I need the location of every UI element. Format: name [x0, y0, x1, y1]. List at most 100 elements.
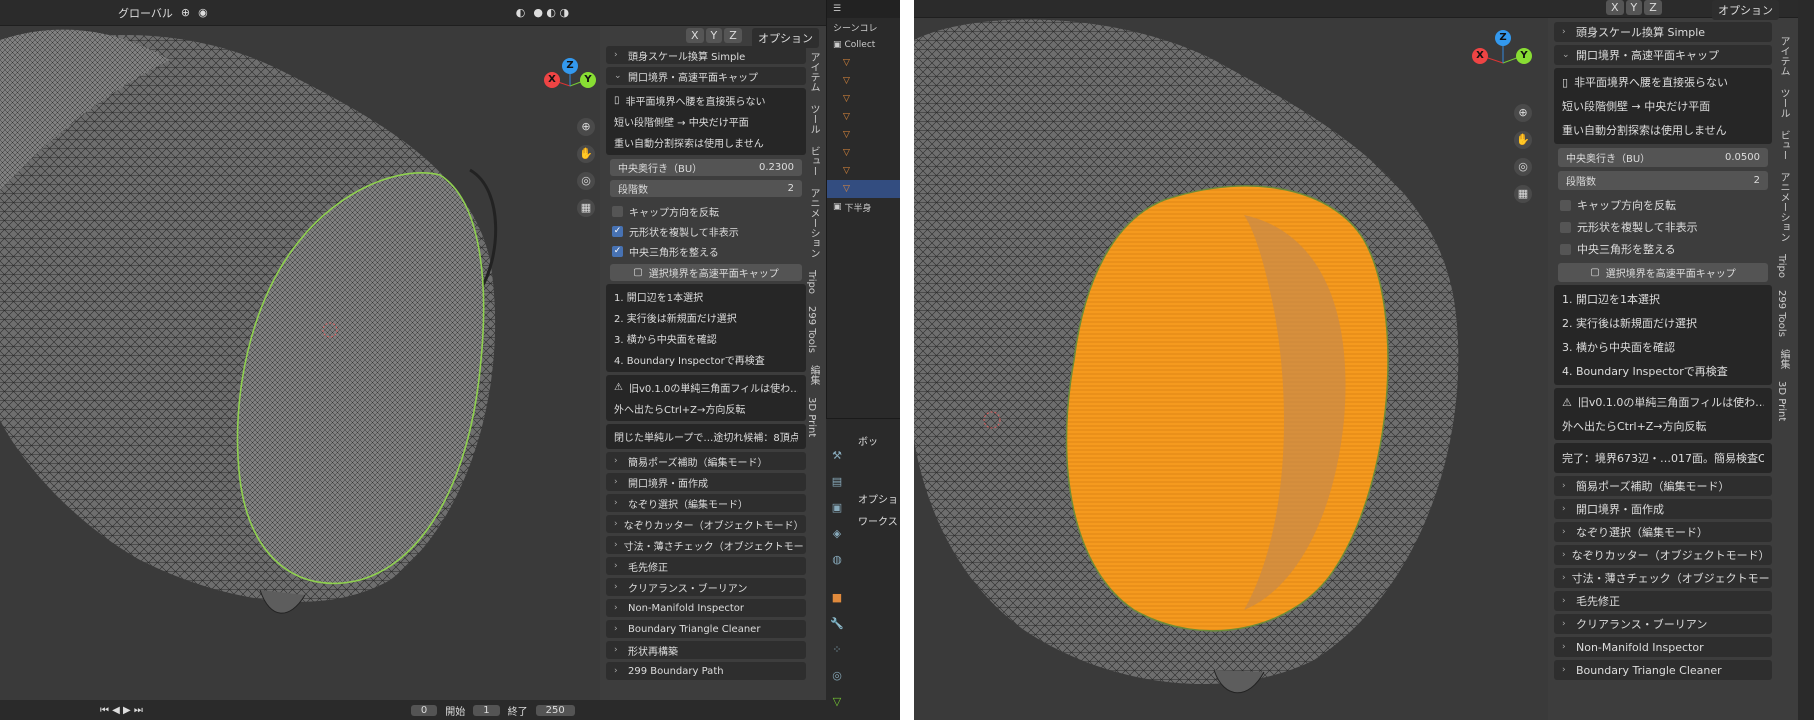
mesh-tri-icon[interactable]: ▽	[843, 76, 850, 86]
proportional-icon[interactable]: ◉	[198, 6, 208, 19]
world-icon[interactable]: ◍	[830, 553, 844, 567]
sidebar-tab[interactable]: アニメーション	[806, 182, 821, 264]
transform-orientation[interactable]: グローバル	[118, 5, 173, 21]
steps-field[interactable]: 段階数 2	[1558, 171, 1768, 190]
checkbox-box[interactable]	[1560, 199, 1571, 211]
mesh-tri-icon[interactable]: ▽	[843, 166, 850, 176]
viewport-3d[interactable]	[0, 0, 600, 720]
checkbox-box[interactable]: ✓	[612, 225, 623, 237]
section-collapsed[interactable]: › なぞりカッター（オブジェクトモード）	[606, 515, 806, 533]
gizmo-y[interactable]: Y	[1516, 48, 1532, 64]
steps-field[interactable]: 段階数 2	[610, 180, 802, 197]
section-collapsed[interactable]: › 形状再構築	[606, 641, 806, 659]
checkbox-flip[interactable]: キャップ方向を反転	[606, 201, 806, 221]
gizmo-x[interactable]: X	[1472, 48, 1488, 64]
section-collapsed[interactable]: › 寸法・薄さチェック（オブジェクトモー	[606, 536, 806, 554]
checkbox-box[interactable]: ✓	[612, 245, 623, 257]
section-collapsed[interactable]: › Boundary Triangle Cleaner	[1554, 660, 1772, 680]
viewport-3d[interactable]	[914, 0, 1548, 720]
sidebar-tab[interactable]: 3D Print	[1776, 375, 1787, 427]
checkbox-box[interactable]	[1560, 221, 1571, 233]
depth-field[interactable]: 中央奥行き（BU） 0.0500	[1558, 148, 1768, 167]
gizmo-z[interactable]: Z	[1495, 30, 1511, 46]
navigation-gizmo[interactable]: X Y Z	[1468, 30, 1538, 96]
gizmo-x[interactable]: X	[544, 72, 560, 88]
checkbox-duplicate[interactable]: 元形状を複製して非表示	[1554, 216, 1772, 238]
checkbox-flip[interactable]: キャップ方向を反転	[1554, 194, 1772, 216]
depth-field[interactable]: 中央奥行き（BU） 0.2300	[610, 159, 802, 176]
sidebar-tab[interactable]: 編集	[806, 359, 821, 391]
checkbox-box[interactable]	[1560, 243, 1571, 255]
section-collapsed[interactable]: › Non-Manifold Inspector	[1554, 637, 1772, 657]
section-collapsed[interactable]: › クリアランス・ブーリアン	[1554, 614, 1772, 634]
options-dropdown[interactable]: オプション	[752, 28, 819, 48]
start-frame[interactable]: 1	[473, 704, 500, 716]
sidebar-tab[interactable]: Tripo	[1776, 248, 1787, 284]
tool-icon[interactable]: ⚒	[830, 449, 844, 463]
axis-x-button[interactable]: X	[686, 28, 704, 43]
section-collapsed[interactable]: › なぞり選択（編集モード）	[606, 494, 806, 512]
sidebar-tab[interactable]: Tripo	[806, 264, 817, 300]
section-collapsed[interactable]: › 開口境界・面作成	[1554, 499, 1772, 519]
section-collapsed[interactable]: › 簡易ポーズ補助（編集モード）	[606, 452, 806, 470]
mesh-tri-icon[interactable]: ▽	[843, 94, 850, 104]
ortho-grid-icon[interactable]: ▦	[577, 199, 595, 217]
mesh-tri-icon[interactable]: ▽	[843, 112, 850, 122]
sidebar-tab[interactable]: ビュー	[806, 140, 821, 182]
axis-y-button[interactable]: Y	[1625, 0, 1643, 15]
section-collapsed[interactable]: › Boundary Triangle Cleaner	[606, 620, 806, 638]
popover-box[interactable]: ボッ	[858, 433, 878, 448]
zoom-icon[interactable]: ⊕	[577, 118, 595, 136]
checkbox-box[interactable]	[612, 205, 623, 217]
section-collapsed[interactable]: › 毛先修正	[606, 557, 806, 575]
sidebar-tab[interactable]: 3D Print	[806, 391, 817, 443]
camera-icon[interactable]: ◎	[577, 172, 595, 190]
modifier-icon[interactable]: 🔧	[830, 617, 844, 631]
gizmo-y[interactable]: Y	[580, 72, 596, 88]
current-frame[interactable]: 0	[410, 704, 438, 716]
object-icon[interactable]: ■	[830, 591, 844, 605]
sidebar-tab[interactable]: アイテム	[1776, 30, 1791, 82]
render-icon[interactable]: ▤	[830, 475, 844, 489]
navigation-gizmo[interactable]: X Y Z	[540, 58, 600, 114]
cap-button[interactable]: ▢ 選択境界を高速平面キャップ	[610, 264, 802, 281]
section-collapsed[interactable]: › 簡易ポーズ補助（編集モード）	[1554, 476, 1772, 496]
checkbox-center-tri[interactable]: 中央三角形を整える	[1554, 238, 1772, 260]
sidebar-tab[interactable]: アイテム	[806, 46, 821, 98]
sidebar-tab[interactable]: 編集	[1776, 343, 1791, 375]
checkbox-center-tri[interactable]: ✓ 中央三角形を整える	[606, 241, 806, 261]
scene-icon[interactable]: ◈	[830, 527, 844, 541]
section-head-scale[interactable]: › 頭身スケール換算 Simple	[1554, 22, 1772, 42]
section-collapsed[interactable]: › なぞりカッター（オブジェクトモード）	[1554, 545, 1772, 565]
popover-option[interactable]: オプショ	[858, 491, 898, 506]
particles-icon[interactable]: ⁘	[830, 643, 844, 657]
axis-y-button[interactable]: Y	[705, 28, 723, 43]
axis-z-button[interactable]: Z	[1644, 0, 1662, 15]
gizmo-z[interactable]: Z	[562, 58, 578, 74]
options-dropdown[interactable]: オプション	[1712, 0, 1779, 20]
sidebar-tab[interactable]: アニメーション	[1776, 166, 1791, 248]
mesh-tri-icon[interactable]: ▽	[843, 148, 850, 158]
section-open-cap[interactable]: ⌄ 開口境界・高速平面キャップ	[1554, 45, 1772, 65]
axis-x-button[interactable]: X	[1606, 0, 1624, 15]
axis-z-button[interactable]: Z	[724, 28, 742, 43]
pan-hand-icon[interactable]: ✋	[577, 145, 595, 163]
snap-icon[interactable]: ⊕	[181, 6, 190, 19]
ortho-grid-icon[interactable]: ▦	[1514, 185, 1532, 203]
section-collapsed[interactable]: › 寸法・薄さチェック（オブジェクトモー	[1554, 568, 1772, 588]
section-open-cap[interactable]: ⌄ 開口境界・高速平面キャップ	[606, 67, 806, 85]
shading-icon[interactable]: ● ◐ ◑	[533, 6, 569, 19]
sidebar-tab[interactable]: 299 Tools	[806, 300, 817, 359]
popover-workspace[interactable]: ワークス	[858, 513, 898, 528]
camera-icon[interactable]: ◎	[1514, 158, 1532, 176]
mesh-tri-icon[interactable]: ▽	[843, 130, 850, 140]
checkbox-duplicate[interactable]: ✓ 元形状を複製して非表示	[606, 221, 806, 241]
end-frame[interactable]: 250	[535, 704, 575, 716]
pan-hand-icon[interactable]: ✋	[1514, 131, 1532, 149]
mesh-tri-icon[interactable]: ▽	[843, 58, 850, 68]
section-collapsed[interactable]: › 毛先修正	[1554, 591, 1772, 611]
section-collapsed[interactable]: › なぞり選択（編集モード）	[1554, 522, 1772, 542]
outliner-collection[interactable]: Collect	[845, 40, 876, 50]
playback-controls[interactable]: ⏮ ◀ ▶ ⏭	[100, 705, 143, 716]
outliner-selected-row[interactable]: ▽	[827, 180, 900, 198]
